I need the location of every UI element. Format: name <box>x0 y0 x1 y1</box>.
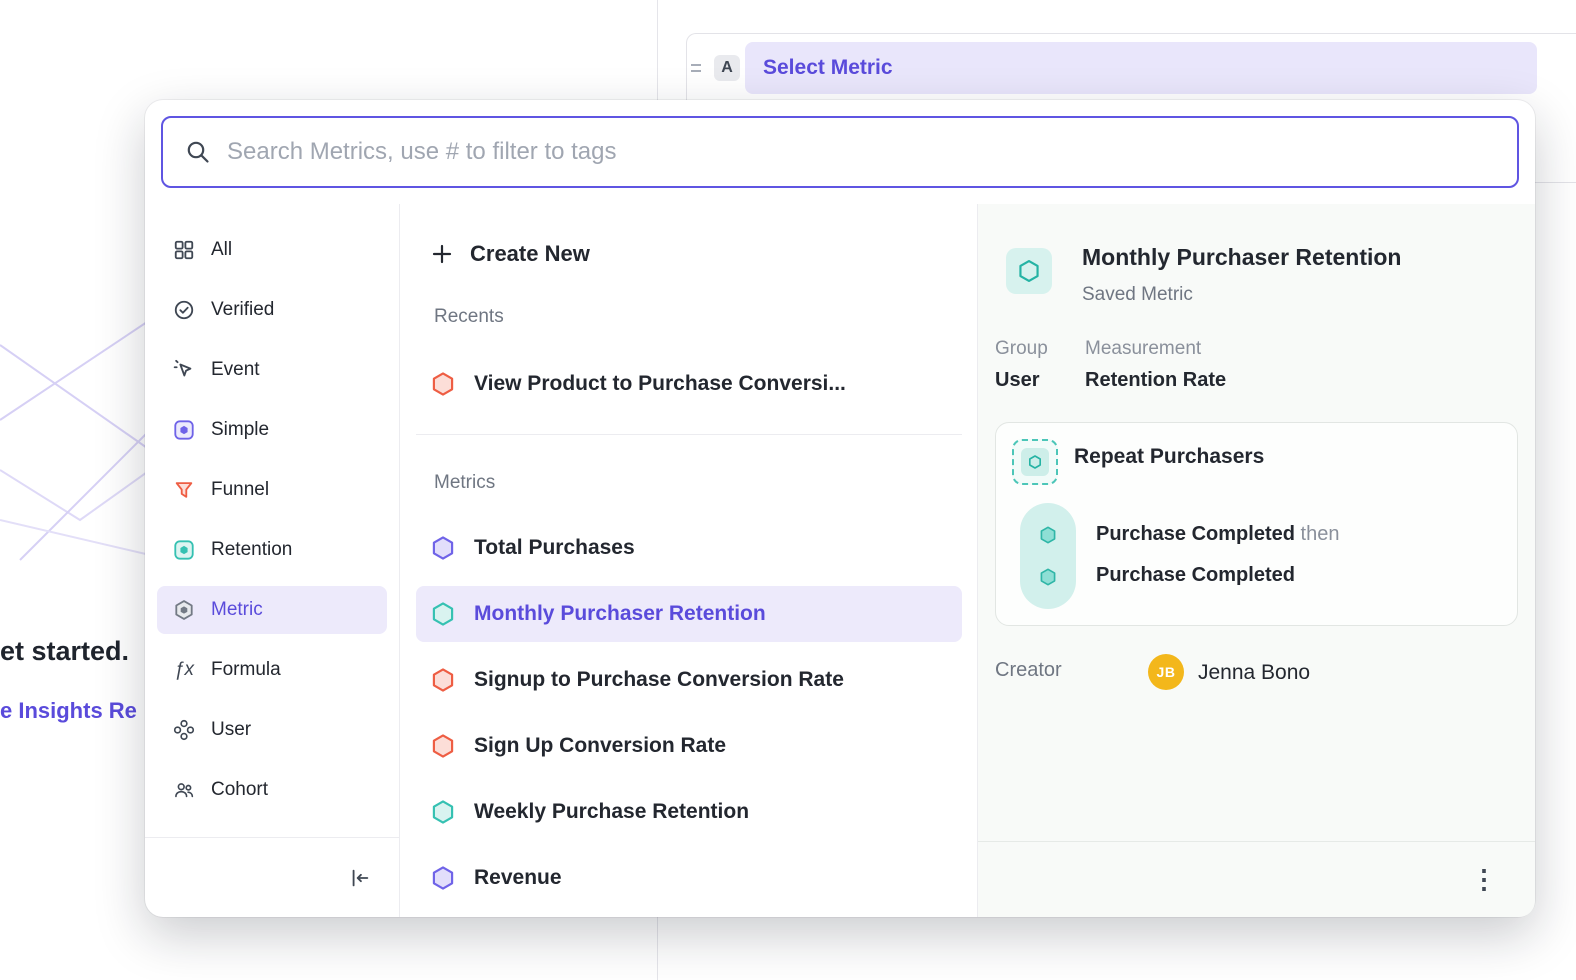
sidebar-item-all[interactable]: All <box>157 226 387 274</box>
collapse-sidebar-icon[interactable] <box>349 867 371 889</box>
measurement-label: Measurement <box>1085 338 1201 360</box>
select-metric-label: Select Metric <box>763 56 893 80</box>
step-hexagon-icon <box>1038 567 1058 587</box>
metric-item-label: Sign Up Conversion Rate <box>474 734 726 758</box>
metric-type-sidebar: All Verified Event <box>145 204 400 917</box>
measurement-value: Retention Rate <box>1085 369 1226 392</box>
funnel-metric-hexagon-icon <box>430 667 456 693</box>
metric-item-label: Monthly Purchaser Retention <box>474 602 766 626</box>
create-new-label: Create New <box>470 241 590 267</box>
metrics-section-label: Metrics <box>434 472 495 494</box>
background-link-fragment[interactable]: e Insights Re <box>0 698 137 724</box>
sidebar-item-label: User <box>211 719 251 741</box>
funnel-icon <box>173 479 195 501</box>
metric-list-panel: Create New Recents View Product to Purch… <box>400 204 978 917</box>
metric-item-label: Signup to Purchase Conversion Rate <box>474 668 844 692</box>
recent-metric-item[interactable]: View Product to Purchase Conversi... <box>416 356 962 412</box>
sidebar-item-verified[interactable]: Verified <box>157 286 387 334</box>
retention-hexagon-icon <box>173 539 195 561</box>
metric-item-revenue[interactable]: Revenue <box>416 850 962 906</box>
sidebar-item-label: Simple <box>211 419 269 441</box>
sidebar-item-event[interactable]: Event <box>157 346 387 394</box>
saved-metric-definition-card: Repeat Purchasers Purchase Completed the… <box>995 422 1518 626</box>
sidebar-item-label: Metric <box>211 599 263 621</box>
list-divider <box>416 434 962 435</box>
sidebar-item-label: Funnel <box>211 479 269 501</box>
funnel-metric-hexagon-icon <box>430 371 456 397</box>
cohort-people-icon <box>173 779 195 801</box>
creator-avatar: JB <box>1148 654 1184 690</box>
saved-card-title: Repeat Purchasers <box>1074 445 1264 469</box>
verified-badge-icon <box>173 299 195 321</box>
decorative-chart-lines <box>0 270 160 610</box>
block-letter-badge: A <box>714 55 740 81</box>
cohort-dashed-icon <box>1012 439 1058 485</box>
step-hexagon-icon <box>1038 525 1058 545</box>
step-1-text: Purchase Completed then <box>1096 523 1339 546</box>
metric-item-weekly-purchase-retention[interactable]: Weekly Purchase Retention <box>416 784 962 840</box>
sidebar-item-funnel[interactable]: Funnel <box>157 466 387 514</box>
sidebar-item-label: All <box>211 239 232 261</box>
plus-icon <box>430 242 454 266</box>
retention-steps-pill <box>1020 503 1076 609</box>
recents-section-label: Recents <box>434 306 504 328</box>
sidebar-item-label: Verified <box>211 299 274 321</box>
drag-handle-icon[interactable] <box>688 58 704 78</box>
metric-item-label: Revenue <box>474 866 562 890</box>
detail-subtitle: Saved Metric <box>1082 284 1193 306</box>
simple-metric-hexagon-icon <box>430 535 456 561</box>
sidebar-item-simple[interactable]: Simple <box>157 406 387 454</box>
metric-picker-modal: All Verified Event <box>145 100 1535 917</box>
select-metric-field[interactable]: Select Metric <box>745 42 1537 94</box>
background-heading-fragment: et started. <box>0 636 129 667</box>
search-icon <box>185 139 211 165</box>
sidebar-item-label: Cohort <box>211 779 268 801</box>
group-value: User <box>995 369 1039 392</box>
sidebar-item-user[interactable]: User <box>157 706 387 754</box>
retention-metric-hexagon-icon <box>430 799 456 825</box>
sidebar-footer <box>145 837 399 917</box>
group-label: Group <box>995 338 1048 360</box>
metric-hexagon-icon <box>173 599 195 621</box>
detail-title: Monthly Purchaser Retention <box>1082 244 1401 271</box>
metric-item-signup-to-purchase-conversion-rate[interactable]: Signup to Purchase Conversion Rate <box>416 652 962 708</box>
metric-item-monthly-purchaser-retention[interactable]: Monthly Purchaser Retention <box>416 586 962 642</box>
overflow-menu-icon[interactable]: ⋮ <box>1471 864 1497 895</box>
cursor-event-icon <box>173 359 195 381</box>
metric-item-label: View Product to Purchase Conversi... <box>474 372 846 396</box>
simple-hexagon-icon <box>173 419 195 441</box>
sidebar-item-label: Formula <box>211 659 281 681</box>
formula-fx-icon: ƒx <box>173 659 195 681</box>
retention-metric-tile-icon <box>1006 248 1052 294</box>
sidebar-item-formula[interactable]: ƒx Formula <box>157 646 387 694</box>
retention-metric-hexagon-icon <box>430 601 456 627</box>
metric-item-label: Weekly Purchase Retention <box>474 800 749 824</box>
metric-detail-panel: Monthly Purchaser Retention Saved Metric… <box>978 204 1535 917</box>
simple-metric-hexagon-icon <box>430 865 456 891</box>
metric-item-sign-up-conversion-rate[interactable]: Sign Up Conversion Rate <box>416 718 962 774</box>
sidebar-item-label: Event <box>211 359 260 381</box>
funnel-metric-hexagon-icon <box>430 733 456 759</box>
sidebar-item-metric[interactable]: Metric <box>157 586 387 634</box>
search-input[interactable] <box>227 138 1495 166</box>
step-2-text: Purchase Completed <box>1096 564 1295 587</box>
user-flower-icon <box>173 719 195 741</box>
sidebar-item-cohort[interactable]: Cohort <box>157 766 387 814</box>
creator-label: Creator <box>995 659 1062 682</box>
creator-name: Jenna Bono <box>1198 661 1310 685</box>
metric-search-bar[interactable] <box>161 116 1519 188</box>
metric-item-label: Total Purchases <box>474 536 635 560</box>
grid-icon <box>173 239 195 261</box>
metric-item-total-purchases[interactable]: Total Purchases <box>416 520 962 576</box>
detail-footer: ⋮ <box>978 841 1535 917</box>
sidebar-item-label: Retention <box>211 539 292 561</box>
create-new-button[interactable]: Create New <box>416 230 590 278</box>
sidebar-item-retention[interactable]: Retention <box>157 526 387 574</box>
